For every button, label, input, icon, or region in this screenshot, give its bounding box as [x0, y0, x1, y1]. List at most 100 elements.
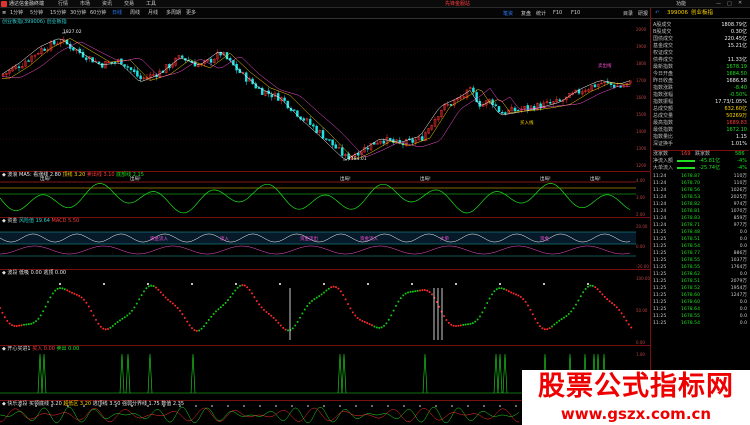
band-dot	[567, 313, 570, 316]
tab-stats[interactable]: 统计	[536, 10, 546, 17]
tab-research[interactable]: 研报	[638, 10, 648, 17]
candle-body	[612, 84, 616, 88]
period-30min[interactable]: 30分钟	[70, 11, 86, 16]
indicator-name[interactable]: ◆ 波段	[2, 270, 19, 276]
wave-indicator-header: ◆ 波浪 MA5: 看涨线 2.80 顶线 3.20 卖出线 3.10 底部线 …	[2, 173, 144, 178]
candle-body	[139, 75, 142, 80]
band-dot	[183, 316, 186, 319]
tab-catalog[interactable]: 目录	[623, 10, 633, 17]
moving-average-line	[1, 38, 631, 160]
period-daily[interactable]: 日线	[112, 11, 122, 16]
signal-spike	[190, 353, 196, 394]
tick-row: 11:25 1678.51 2079万	[653, 279, 749, 286]
period-more[interactable]: 更多	[186, 11, 196, 16]
band-dot	[548, 327, 551, 330]
candle-body	[500, 111, 504, 114]
band-dot	[135, 302, 138, 305]
candle-body	[27, 60, 30, 62]
indicator-value: MACD 5.50	[51, 218, 80, 224]
happy-band-header: ◆ 快乐波段 买领底线 3.20 超低区 3.20 逃顶线 3.50 强弱分界线…	[2, 402, 184, 407]
band-dot	[195, 329, 198, 332]
band-dot	[47, 300, 49, 303]
quote-stat-row: B股成交 0.30亿	[653, 29, 749, 35]
tick-row: 11:24 1678.81 1070万	[653, 209, 749, 216]
period-monthly[interactable]: 月线	[148, 11, 158, 16]
tick-price: 1678.56	[681, 188, 700, 193]
tab-review[interactable]: 复盘	[521, 10, 531, 17]
band-dot	[159, 291, 162, 294]
quote-stat-row: A股成交 1808.79亿	[653, 22, 749, 28]
indicator-name[interactable]: ◆ 开心买进1	[2, 346, 32, 352]
period-60min[interactable]: 60分钟	[90, 11, 106, 16]
band-dot	[385, 322, 388, 325]
band-dot	[591, 284, 594, 287]
watermark-url: www.gszx.com.cn	[522, 404, 750, 425]
tab-f10-2[interactable]: F10	[571, 10, 580, 16]
menu-item-function[interactable]: 功能	[676, 1, 686, 7]
band-dot	[483, 306, 486, 309]
candle-body	[548, 101, 552, 104]
band-dot	[486, 302, 489, 305]
maximize-icon[interactable]: □	[727, 1, 732, 7]
band-indicator-pane[interactable]: ◆ 波段 低吸 0.00 逃顶 0.00 100.00 50.00 0.00	[0, 269, 650, 345]
period-15min[interactable]: 15分钟	[50, 11, 66, 16]
stat-label: 国债成交	[653, 36, 674, 42]
tick-volume: 1037万	[730, 258, 747, 263]
candle-body	[286, 100, 290, 109]
tab-detail[interactable]: 笔资	[503, 10, 513, 17]
chart-area[interactable]: 创业板指(399006) 创业板指 1827.02 1184.01 卖出线 买入…	[0, 19, 650, 425]
flow-percent: -4%	[737, 158, 747, 164]
band-dot	[78, 294, 81, 297]
back-icon[interactable]: ↶	[655, 11, 659, 16]
wave-indicator-pane[interactable]: 出局! 出局! 出局! 出局! 出局! 出局! ◆ 波浪 MA5: 看涨线 2.80 顶线…	[0, 171, 650, 217]
sidebar-tabs: 笔资 复盘 统计 F10 F10 目录 研报 ↶ 399006 创业板指	[503, 8, 750, 19]
happy-dot	[371, 405, 373, 407]
menu-item-market[interactable]: 市场	[80, 1, 90, 7]
tick-time: 11:24	[653, 223, 667, 228]
period-weekly[interactable]: 周线	[130, 11, 140, 16]
band-dot	[162, 294, 165, 297]
band-dot	[73, 292, 76, 295]
period-5min[interactable]: 5分钟	[30, 11, 43, 16]
band-dot	[558, 319, 561, 322]
menu-item-quotes[interactable]: 行情	[58, 1, 68, 7]
fund-indicator-pane[interactable]: 资金流入 流入 资金流出 资金流入 大单 资金 ◆ 资金 风险值 19.64 MACD 5…	[0, 217, 650, 269]
notice-text[interactable]: 先锋金服站	[445, 1, 470, 7]
band-dot	[474, 320, 477, 323]
app-name: 通达信金融终端	[9, 0, 45, 7]
candle-body	[302, 118, 306, 121]
tick-price: 1678.71	[681, 223, 700, 228]
candlestick-chart[interactable]	[0, 19, 650, 171]
indicator-name[interactable]: ◆ 波浪	[2, 172, 19, 178]
expand-icon[interactable]: ≡	[2, 11, 6, 16]
low-price-label: 1184.01	[348, 157, 367, 162]
band-dot	[188, 324, 191, 327]
tick-time: 11:25	[653, 244, 667, 249]
period-1min[interactable]: 1分钟	[10, 11, 23, 16]
indicator-name[interactable]: ◆ 快乐波段	[2, 401, 29, 407]
indicator-name[interactable]: ◆ 资金	[2, 218, 19, 224]
tab-f10[interactable]: F10	[553, 10, 562, 16]
candle-body	[324, 138, 328, 140]
flow-value: -45.81亿	[699, 158, 721, 164]
band-dot	[534, 317, 537, 320]
menu-item-trade[interactable]: 交易	[124, 1, 134, 7]
flow-label: 净流入额	[653, 158, 674, 164]
menu-item-news[interactable]: 资讯	[102, 1, 112, 7]
happy-dot	[515, 405, 517, 407]
close-icon[interactable]: ✕	[738, 1, 742, 6]
top-marker	[323, 283, 325, 285]
band-dot	[469, 322, 472, 325]
minimize-icon[interactable]: —	[716, 1, 721, 7]
band-dot	[145, 287, 148, 290]
axis-tick-label: 1900	[636, 44, 647, 49]
band-dot	[229, 295, 232, 298]
menu-item-tools[interactable]: 工具	[146, 1, 156, 7]
tick-row: 11:25 1678.60 0.0	[653, 300, 749, 307]
band-dot	[579, 295, 582, 298]
price-pane[interactable]: 创业板指(399006) 创业板指 1827.02 1184.01 卖出线 买入…	[0, 19, 650, 171]
quote-stat-row: 指数量比 1.15	[653, 134, 749, 140]
period-multi[interactable]: 多周期	[166, 11, 181, 16]
happy-dot	[259, 405, 261, 407]
top-marker	[411, 283, 413, 285]
